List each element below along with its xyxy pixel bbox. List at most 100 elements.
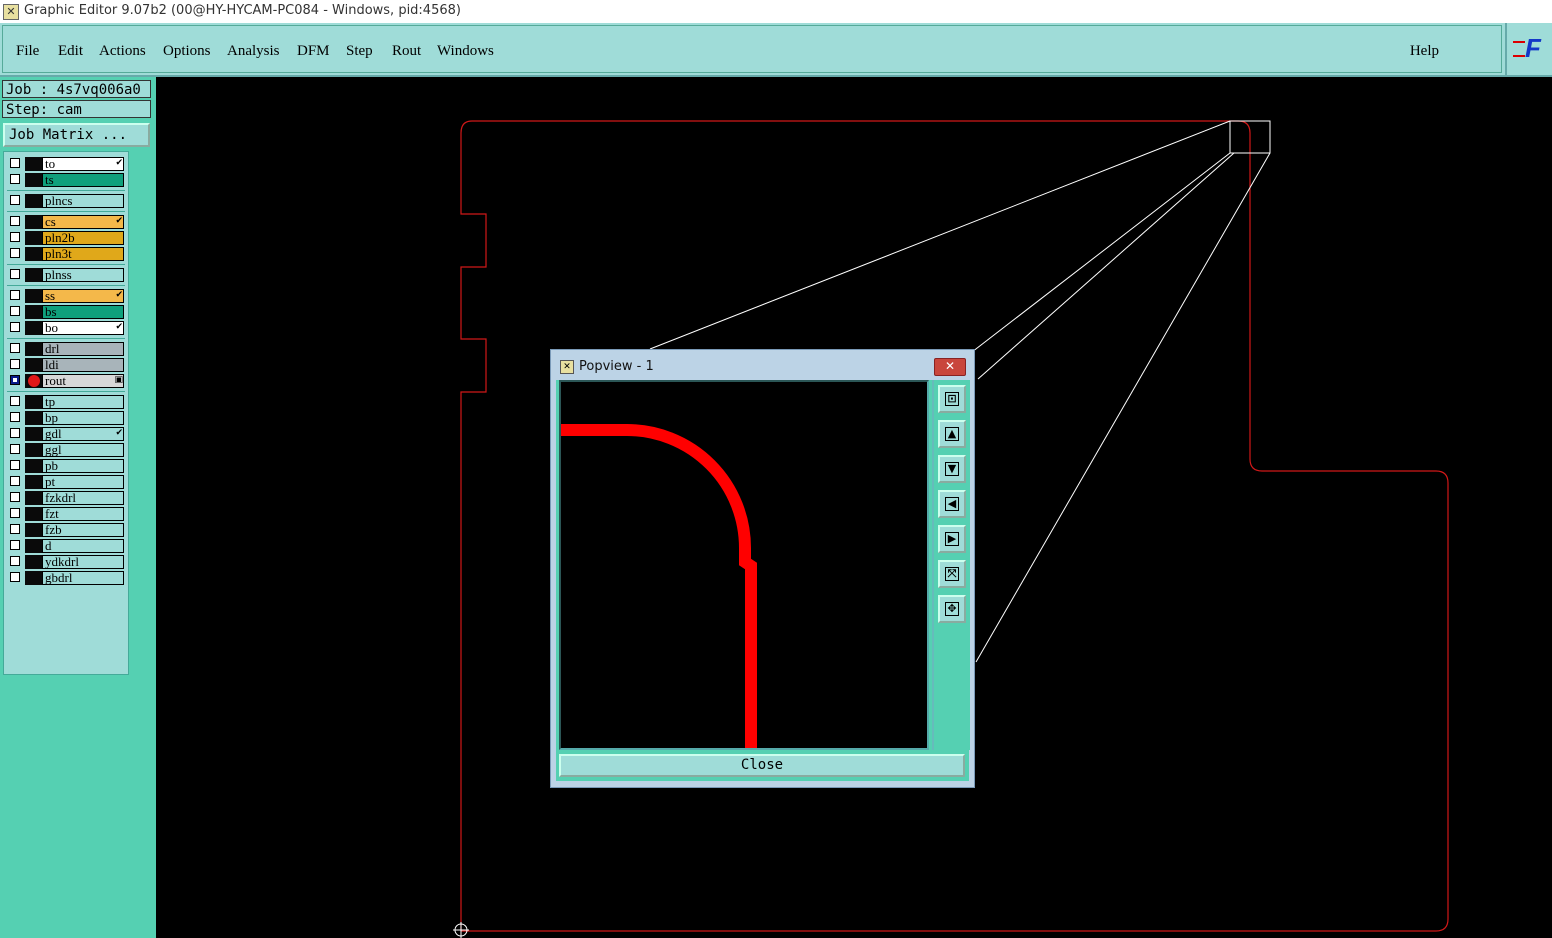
layer-name[interactable]: pln3t: [42, 247, 124, 261]
popview-close-button[interactable]: Close: [559, 754, 965, 777]
layer-color-slot[interactable]: [25, 427, 42, 441]
layer-color-slot[interactable]: [25, 215, 42, 229]
layer-name[interactable]: ts: [42, 173, 124, 187]
layer-checkbox[interactable]: [10, 572, 20, 582]
layer-row-pb[interactable]: pb: [7, 459, 125, 473]
layer-name[interactable]: drl: [42, 342, 124, 356]
layer-checkbox[interactable]: [10, 460, 20, 470]
layer-name[interactable]: pb: [42, 459, 124, 473]
menu-edit[interactable]: Edit: [58, 43, 83, 60]
layer-checkbox[interactable]: [10, 396, 20, 406]
layer-row-plncs[interactable]: plncs: [7, 194, 125, 208]
layer-name[interactable]: plncs: [42, 194, 124, 208]
popview-titlebar[interactable]: ✕ Popview - 1 ✕: [551, 350, 974, 380]
pan-up-icon[interactable]: ▲: [938, 420, 966, 448]
close-icon[interactable]: ✕: [934, 358, 966, 376]
job-matrix-button[interactable]: Job Matrix ...: [3, 123, 150, 147]
layer-color-slot[interactable]: [25, 305, 42, 319]
layer-row-tp[interactable]: tp: [7, 395, 125, 409]
layer-name[interactable]: gdl: [42, 427, 124, 441]
layer-name[interactable]: fzt: [42, 507, 124, 521]
layer-row-bo[interactable]: bo ✔: [7, 321, 125, 335]
layer-checkbox[interactable]: [10, 375, 20, 385]
menu-dfm[interactable]: DFM: [297, 43, 330, 60]
layer-color-slot[interactable]: [25, 523, 42, 537]
popview-viewport[interactable]: [559, 380, 929, 750]
layer-name[interactable]: to: [42, 157, 124, 171]
menu-actions[interactable]: Actions: [99, 43, 146, 60]
layer-row-fzt[interactable]: fzt: [7, 507, 125, 521]
layer-name[interactable]: fzkdrl: [42, 491, 124, 505]
layer-checkbox[interactable]: [10, 195, 20, 205]
menu-options[interactable]: Options: [163, 43, 211, 60]
menu-windows[interactable]: Windows: [437, 43, 494, 60]
layer-name[interactable]: rout: [42, 374, 124, 388]
layer-color-slot[interactable]: [25, 289, 42, 303]
layer-row-fzkdrl[interactable]: fzkdrl: [7, 491, 125, 505]
layer-row-pt[interactable]: pt: [7, 475, 125, 489]
layer-row-bp[interactable]: bp: [7, 411, 125, 425]
layer-color-slot[interactable]: [25, 491, 42, 505]
layer-checkbox[interactable]: [10, 556, 20, 566]
pan-right-icon[interactable]: ▶: [938, 525, 966, 553]
menu-rout[interactable]: Rout: [392, 43, 421, 60]
layer-row-to[interactable]: to ✔: [7, 157, 125, 171]
layer-name[interactable]: ss: [42, 289, 124, 303]
layer-name[interactable]: cs: [42, 215, 124, 229]
layer-checkbox[interactable]: [10, 322, 20, 332]
layer-name[interactable]: pln2b: [42, 231, 124, 245]
layer-checkbox[interactable]: [10, 476, 20, 486]
layer-name[interactable]: ydkdrl: [42, 555, 124, 569]
layer-row-drl[interactable]: drl: [7, 342, 125, 356]
layer-row-cs[interactable]: cs ✔: [7, 215, 125, 229]
layer-name[interactable]: bo: [42, 321, 124, 335]
menu-help[interactable]: Help: [1410, 43, 1439, 60]
menu-step[interactable]: Step: [346, 43, 373, 60]
layer-checkbox[interactable]: [10, 359, 20, 369]
layer-name[interactable]: ldi: [42, 358, 124, 372]
layer-row-ss[interactable]: ss ✔: [7, 289, 125, 303]
layer-name[interactable]: fzb: [42, 523, 124, 537]
zoom-fit-icon[interactable]: ⤧: [938, 560, 966, 588]
layer-checkbox[interactable]: [10, 492, 20, 502]
layer-checkbox[interactable]: [10, 174, 20, 184]
layer-name[interactable]: bs: [42, 305, 124, 319]
layer-checkbox[interactable]: [10, 232, 20, 242]
layer-name[interactable]: gbdrl: [42, 571, 124, 585]
layer-row-gdl[interactable]: gdl ✔: [7, 427, 125, 441]
layer-name[interactable]: d: [42, 539, 124, 553]
layer-color-slot[interactable]: [25, 539, 42, 553]
layer-color-slot[interactable]: [25, 247, 42, 261]
pan-left-icon[interactable]: ◀: [938, 490, 966, 518]
layer-checkbox[interactable]: [10, 524, 20, 534]
zoom-window-icon[interactable]: ⊡: [938, 385, 966, 413]
layer-checkbox[interactable]: [10, 248, 20, 258]
layer-color-slot[interactable]: [25, 342, 42, 356]
layer-row-d[interactable]: d: [7, 539, 125, 553]
layer-color-slot[interactable]: [25, 358, 42, 372]
layer-row-gbdrl[interactable]: gbdrl: [7, 571, 125, 585]
layer-name[interactable]: tp: [42, 395, 124, 409]
layer-row-ts[interactable]: ts: [7, 173, 125, 187]
menu-analysis[interactable]: Analysis: [227, 43, 280, 60]
layer-row-bs[interactable]: bs: [7, 305, 125, 319]
layer-color-slot[interactable]: [25, 507, 42, 521]
layer-color-slot[interactable]: [25, 173, 42, 187]
layer-color-slot[interactable]: [25, 459, 42, 473]
layer-color-slot[interactable]: [25, 571, 42, 585]
layer-color-slot[interactable]: [25, 321, 42, 335]
layer-color-slot[interactable]: [25, 411, 42, 425]
layer-name[interactable]: plnss: [42, 268, 124, 282]
layer-row-ldi[interactable]: ldi: [7, 358, 125, 372]
layer-checkbox[interactable]: [10, 158, 20, 168]
layer-checkbox[interactable]: [10, 444, 20, 454]
layer-name[interactable]: pt: [42, 475, 124, 489]
layer-checkbox[interactable]: [10, 290, 20, 300]
layer-color-slot[interactable]: [25, 194, 42, 208]
pan-down-icon[interactable]: ▼: [938, 455, 966, 483]
layer-name[interactable]: bp: [42, 411, 124, 425]
layer-color-slot[interactable]: [25, 395, 42, 409]
layer-color-slot[interactable]: [25, 555, 42, 569]
layer-color-slot[interactable]: [25, 475, 42, 489]
layer-row-pln2b[interactable]: pln2b: [7, 231, 125, 245]
